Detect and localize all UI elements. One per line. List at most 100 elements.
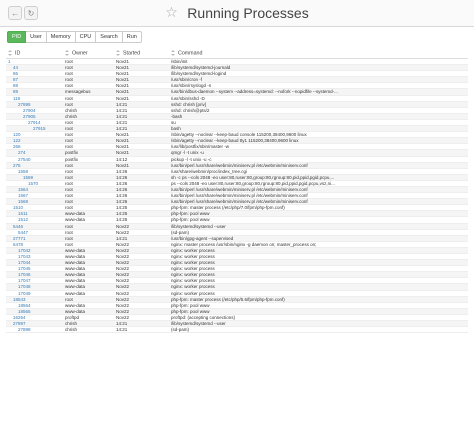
column-header-started[interactable]: Started <box>116 50 140 56</box>
process-owner: root <box>65 138 73 144</box>
process-command: sshd: chrish [priv] <box>171 101 207 107</box>
process-id-link[interactable]: 27915 <box>8 126 58 132</box>
process-id-link[interactable]: 17043 <box>8 254 58 260</box>
sort-icon <box>116 50 120 56</box>
process-table: ID Owner Started Command 1 root Nov21/sbin… <box>6 49 468 334</box>
process-command: php-fpm: pool www <box>171 308 210 314</box>
process-id-link[interactable]: 88 <box>8 83 58 89</box>
process-started: Nov21 <box>116 65 130 71</box>
process-id-link[interactable]: 27540 <box>8 157 58 163</box>
process-owner: root <box>65 241 73 247</box>
process-id-link[interactable]: 27904 <box>8 108 58 114</box>
process-command: nginx: worker process <box>171 284 215 290</box>
process-id-link[interactable]: 27905 <box>8 114 58 120</box>
process-id-link[interactable]: 18564 <box>8 303 58 309</box>
process-id-link[interactable]: 89 <box>8 89 58 95</box>
column-header-command[interactable]: Command <box>171 50 202 56</box>
process-command: nginx: worker process <box>171 272 215 278</box>
process-id-link[interactable]: 119 <box>8 96 58 102</box>
process-id-link[interactable]: 17046 <box>8 272 58 278</box>
process-command: nginx: master process /usr/sbin/nginx -g… <box>171 241 317 247</box>
process-started: Nov21 <box>116 162 130 168</box>
column-header-id[interactable]: ID <box>8 50 20 56</box>
process-id-link[interactable]: 87 <box>8 77 58 83</box>
process-id-link[interactable]: 1558 <box>8 169 58 175</box>
process-id-link[interactable]: 1510 <box>8 205 58 211</box>
process-id-link[interactable]: 1512 <box>8 217 58 223</box>
process-started: 14:21 <box>116 235 128 241</box>
process-command: /usr/bin/perl /usr/share/webmin/miniserv… <box>171 162 308 168</box>
process-command: /lib/systemd/systemd-logind <box>171 71 227 77</box>
process-id-link[interactable]: 122 <box>8 138 58 144</box>
process-id-link[interactable]: 1511 <box>8 211 58 217</box>
tab-user[interactable]: User <box>26 31 47 43</box>
process-started: Nov22 <box>116 290 130 296</box>
process-id-link[interactable]: 27898 <box>8 327 58 333</box>
process-id-link[interactable]: 1 <box>8 59 58 65</box>
process-id-link[interactable]: 27897 <box>8 321 58 327</box>
process-owner: postfix <box>65 150 79 156</box>
process-id-link[interactable]: 17047 <box>8 278 58 284</box>
process-started: Nov21 <box>116 77 130 83</box>
process-id-link[interactable]: 27895 <box>8 102 58 108</box>
process-id-link[interactable]: 120 <box>8 132 58 138</box>
process-started: Nov22 <box>116 241 130 247</box>
process-id-link[interactable]: 27771 <box>8 236 58 242</box>
star-icon[interactable]: ☆ <box>165 4 178 21</box>
process-id-link[interactable]: 17048 <box>8 284 58 290</box>
process-command: ps --cols 2048 -eo user:80,ruser:80,grou… <box>171 180 335 186</box>
column-header-owner[interactable]: Owner <box>65 50 88 56</box>
process-id-link[interactable]: 27914 <box>8 120 58 126</box>
process-command: /lib/systemd/systemd --user <box>171 223 226 229</box>
process-owner: root <box>65 144 73 150</box>
process-id-link[interactable]: 1569 <box>8 175 58 181</box>
tab-cpu[interactable]: CPU <box>75 31 97 43</box>
process-owner: root <box>65 296 73 302</box>
process-id-link[interactable]: 266 <box>8 144 58 150</box>
process-owner: root <box>65 193 73 199</box>
table-row: 27898 chrish 14:21 (sd-pam) <box>6 327 468 334</box>
process-id-link[interactable]: 17042 <box>8 248 58 254</box>
process-owner: root <box>65 205 73 211</box>
process-started: Nov22 <box>116 247 130 253</box>
process-id-link[interactable]: 274 <box>8 150 58 156</box>
process-id-link[interactable]: 17044 <box>8 260 58 266</box>
process-command: qmgr -l -t unix -u <box>171 150 204 156</box>
sort-icon <box>171 50 175 56</box>
process-owner: root <box>65 65 73 71</box>
process-command: /usr/bin/dbus-daemon --system --address=… <box>171 89 338 95</box>
process-command: -bash <box>171 113 183 119</box>
process-id-link[interactable]: 6478 <box>8 242 58 248</box>
process-id-link[interactable]: 1568 <box>8 199 58 205</box>
process-command: pickup -l -t unix -u -c <box>171 156 212 162</box>
process-id-link[interactable]: 1564 <box>8 187 58 193</box>
process-started: Nov21 <box>116 71 130 77</box>
tab-search[interactable]: Search <box>96 31 123 43</box>
process-command: php-fpm: pool www <box>171 211 210 217</box>
tab-pid[interactable]: PID <box>7 31 27 43</box>
process-started: Nov22 <box>116 314 130 320</box>
process-started: 14:21 <box>116 113 128 119</box>
process-id-link[interactable]: 16264 <box>8 315 58 321</box>
table-body: 1 root Nov21/sbin/init 44 root Nov21/lib/syst… <box>6 59 468 334</box>
title-wrap: ☆ Running Processes <box>0 4 474 22</box>
process-id-link[interactable]: 1570 <box>8 181 58 187</box>
tab-memory[interactable]: Memory <box>46 31 76 43</box>
process-id-link[interactable]: 17049 <box>8 291 58 297</box>
process-started: Nov21 <box>116 59 130 64</box>
process-owner: www-data <box>65 217 86 223</box>
process-id-link[interactable]: 5447 <box>8 230 58 236</box>
process-id-link[interactable]: 86 <box>8 71 58 77</box>
process-id-link[interactable]: 5446 <box>8 224 58 230</box>
process-id-link[interactable]: 44 <box>8 65 58 71</box>
process-owner: root <box>65 223 73 229</box>
tab-run[interactable]: Run <box>122 31 142 43</box>
process-id-link[interactable]: 18543 <box>8 297 58 303</box>
process-command: /usr/lib/postfix/sbin/master -w <box>171 144 230 150</box>
process-id-link[interactable]: 18565 <box>8 309 58 315</box>
process-id-link[interactable]: 275 <box>8 163 58 169</box>
process-started: 14:25 <box>116 205 128 211</box>
process-id-link[interactable]: 1567 <box>8 193 58 199</box>
process-command: php-fpm: master process (/etc/php/7.0/fp… <box>171 205 285 211</box>
process-id-link[interactable]: 17045 <box>8 266 58 272</box>
